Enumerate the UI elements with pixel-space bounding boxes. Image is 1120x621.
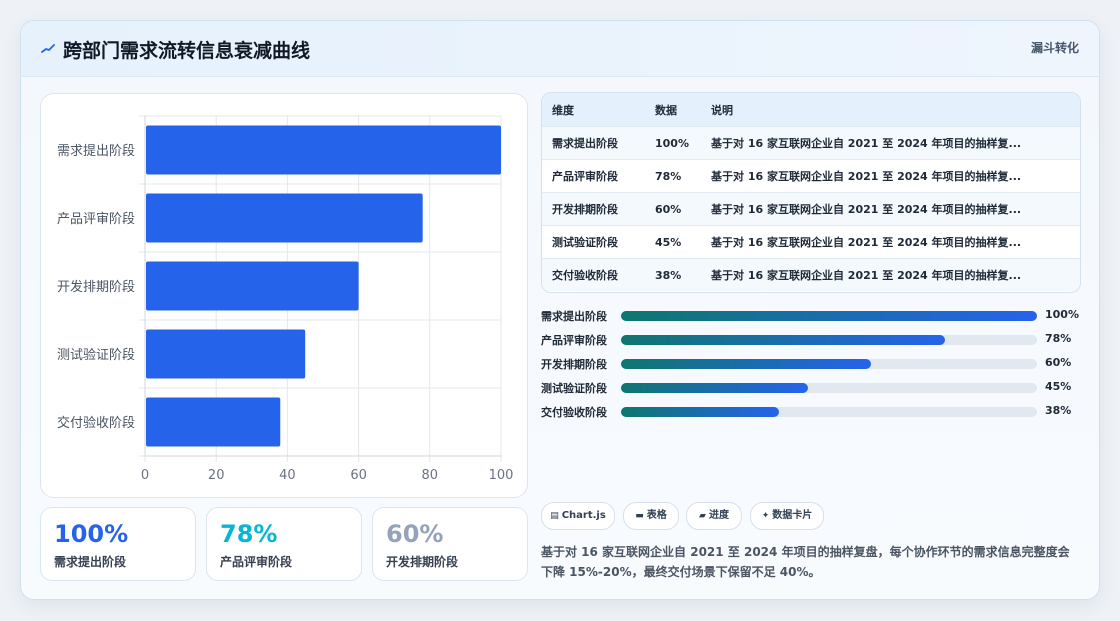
header-tag: 漏斗转化 (1030, 41, 1079, 55)
card-header: 跨部门需求流转信息衰减曲线 漏斗转化 (21, 21, 1099, 77)
progress-row: 交付验收阶段 38% (541, 400, 1081, 424)
chart-icon: ▤ (550, 511, 559, 521)
trend-line-icon (41, 44, 55, 53)
y-category-label: 需求提出阶段 (57, 143, 135, 159)
x-tick-label: 80 (422, 468, 439, 483)
x-tick-label: 100 (489, 468, 514, 483)
bar (146, 329, 306, 379)
progress-track (621, 311, 1037, 321)
column-header: 数据 (655, 93, 711, 127)
table-cell: 45% (655, 225, 711, 259)
table-cell: 38% (655, 258, 711, 291)
table-cell: 100% (655, 126, 711, 160)
kpi-value: 100% (54, 520, 129, 548)
column-header: 维度 (542, 93, 655, 127)
progress-value: 78% (1045, 332, 1072, 345)
table-cell: 产品评审阶段 (542, 159, 655, 193)
progress-label: 开发排期阶段 (541, 358, 607, 371)
table-cell: 基于对 16 家互联网企业自 2021 至 2024 年项目的抽样复... (711, 126, 1080, 160)
progress-value: 60% (1045, 356, 1072, 369)
kpi-value: 78% (220, 520, 278, 548)
card-icon: ✦ (761, 511, 770, 521)
progress-value: 45% (1045, 380, 1072, 393)
progress-fill (621, 359, 871, 369)
progress-fill (621, 311, 1037, 321)
table-cell: 交付验收阶段 (542, 258, 655, 291)
progress-row: 测试验证阶段 45% (541, 376, 1081, 400)
table-row: 测试验证阶段 45% 基于对 16 家互联网企业自 2021 至 2024 年项… (542, 225, 1080, 259)
chip-label: 进度 (708, 510, 729, 521)
table-cell: 60% (655, 192, 711, 226)
table-row: 需求提出阶段 100% 基于对 16 家互联网企业自 2021 至 2024 年… (542, 126, 1080, 160)
table-cell: 基于对 16 家互联网企业自 2021 至 2024 年项目的抽样复... (711, 159, 1080, 193)
data-table: 维度 数据 说明 需求提出阶段 100% 基于对 16 家互联网企业自 2021… (541, 92, 1081, 293)
progress-icon: ▰ (699, 511, 706, 521)
progress-row: 需求提出阶段 100% (541, 304, 1081, 328)
x-tick-label: 20 (208, 468, 225, 483)
kpi-card-3: 60% 开发排期阶段 (372, 507, 528, 581)
x-tick-label: 40 (279, 468, 296, 483)
bar-chart-panel: 0 20 40 60 80 100 需求提出阶段 产品评审阶段 开发排期阶段 测试验证阶段 交付验收… (40, 93, 528, 498)
description-text: 基于对 16 家互联网企业自 2021 至 2024 年项目的抽样复盘，每个协作… (541, 545, 1070, 579)
dashboard-card: 跨部门需求流转信息衰减曲线 漏斗转化 0 20 40 60 80 100 需求提出阶段 产品评… (20, 20, 1100, 600)
y-category-label: 产品评审阶段 (57, 212, 135, 227)
page-title: 跨部门需求流转信息衰减曲线 (63, 40, 311, 62)
progress-track (621, 335, 1037, 345)
kpi-card-1: 100% 需求提出阶段 (40, 507, 196, 581)
kpi-label: 开发排期阶段 (386, 555, 459, 569)
chip-label: 数据卡片 (772, 510, 813, 521)
chip-label: Chart.js (561, 510, 606, 521)
table-cell: 开发排期阶段 (542, 192, 655, 226)
y-category-label: 交付验收阶段 (57, 415, 135, 431)
x-tick-label: 60 (350, 468, 367, 483)
bar (146, 125, 501, 175)
kpi-card-2: 78% 产品评审阶段 (206, 507, 362, 581)
x-tick-label: 0 (141, 468, 149, 483)
chip-data-card[interactable]: ✦ 数据卡片 (750, 502, 824, 530)
progress-label: 需求提出阶段 (541, 310, 607, 323)
bar (146, 193, 423, 243)
progress-value: 38% (1045, 404, 1072, 417)
bar (146, 261, 359, 311)
table-row: 交付验收阶段 38% 基于对 16 家互联网企业自 2021 至 2024 年项… (542, 258, 1080, 291)
bar (146, 397, 281, 447)
table-cell: 基于对 16 家互联网企业自 2021 至 2024 年项目的抽样复... (711, 225, 1080, 259)
chip-table[interactable]: ▬ 表格 (623, 502, 679, 530)
table-cell: 基于对 16 家互联网企业自 2021 至 2024 年项目的抽样复... (711, 192, 1080, 226)
progress-track (621, 407, 1037, 417)
column-header: 说明 (711, 93, 1080, 127)
table-row: 产品评审阶段 78% 基于对 16 家互联网企业自 2021 至 2024 年项… (542, 159, 1080, 193)
chip-label: 表格 (646, 510, 667, 521)
progress-row: 开发排期阶段 60% (541, 352, 1081, 376)
y-category-label: 开发排期阶段 (57, 279, 135, 295)
progress-fill (621, 335, 946, 345)
progress-track (621, 383, 1037, 393)
table-cell: 测试验证阶段 (542, 225, 655, 259)
kpi-label: 需求提出阶段 (54, 555, 127, 569)
progress-value: 100% (1045, 308, 1079, 321)
chip-chartjs[interactable]: ▤ Chart.js (541, 502, 615, 530)
progress-fill (621, 407, 780, 417)
progress-label: 测试验证阶段 (541, 382, 607, 395)
kpi-label: 产品评审阶段 (220, 555, 293, 569)
table-cell: 基于对 16 家互联网企业自 2021 至 2024 年项目的抽样复... (711, 258, 1080, 291)
progress-track (621, 359, 1037, 369)
progress-row: 产品评审阶段 78% (541, 328, 1081, 352)
table-header-row: 维度 数据 说明 (542, 93, 1080, 127)
progress-label: 交付验收阶段 (541, 406, 607, 419)
table-cell: 78% (655, 159, 711, 193)
kpi-value: 60% (386, 520, 444, 548)
chip-progress[interactable]: ▰ 进度 (686, 502, 742, 530)
progress-list: 需求提出阶段 100% 产品评审阶段 78% 开发排期阶段 60% 测试验证阶段… (541, 304, 1081, 424)
y-category-label: 测试验证阶段 (57, 347, 135, 363)
table-cell: 需求提出阶段 (542, 126, 655, 160)
table-row: 开发排期阶段 60% 基于对 16 家互联网企业自 2021 至 2024 年项… (542, 192, 1080, 226)
table-icon: ▬ (635, 511, 644, 521)
progress-fill (621, 383, 809, 393)
progress-label: 产品评审阶段 (541, 334, 607, 347)
bar-chart: 0 20 40 60 80 100 需求提出阶段产品评审阶段开发排期阶段测试验证阶段交付验收… (57, 115, 514, 483)
